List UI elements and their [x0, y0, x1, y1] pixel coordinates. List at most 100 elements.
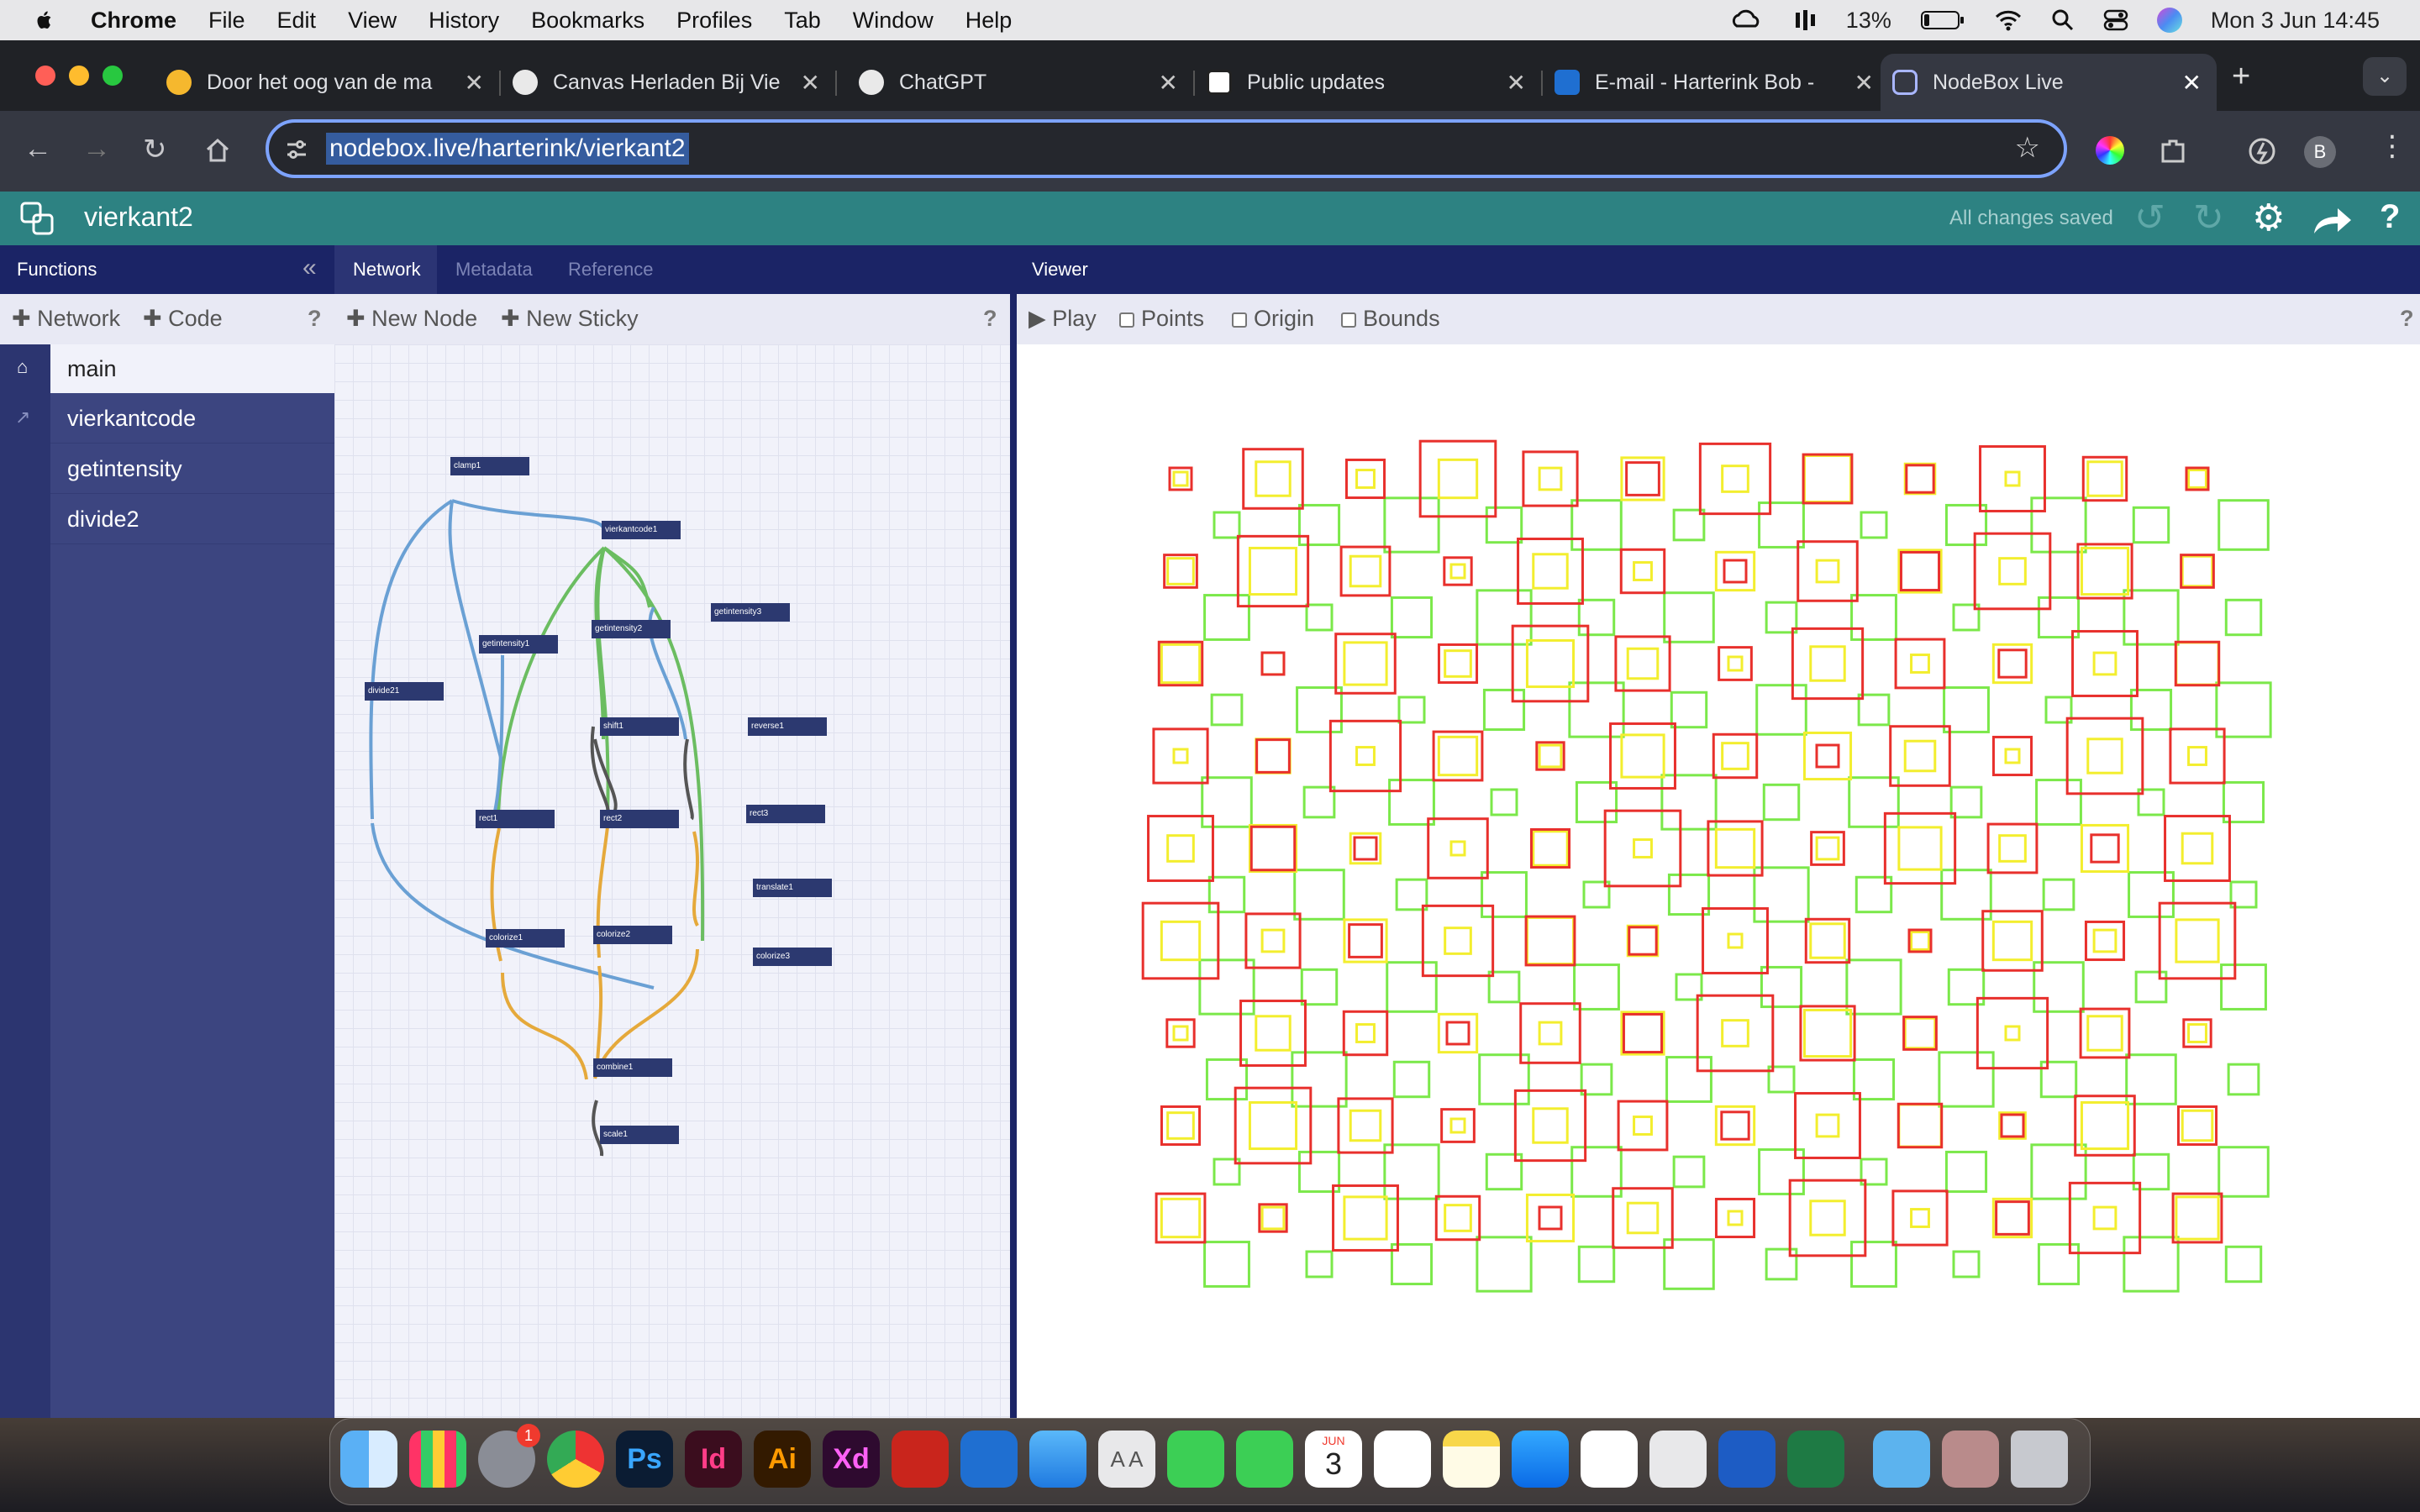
new-sticky-button[interactable]: ✚ New Sticky [501, 306, 639, 332]
viewer-help-button[interactable]: ? [2400, 306, 2414, 332]
viewer-canvas[interactable] [1017, 344, 2420, 1418]
tab-door-het-oog[interactable]: Door het oog van de ma ✕ [155, 54, 501, 111]
app-store-icon[interactable] [1512, 1431, 1569, 1488]
menu-bookmarks[interactable]: Bookmarks [531, 8, 644, 34]
network-node[interactable]: getintensity1 [479, 635, 558, 654]
network-node[interactable]: rect1 [476, 810, 555, 828]
illustrator-icon[interactable]: Ai [754, 1431, 811, 1488]
new-node-button[interactable]: ✚ New Node [346, 306, 477, 332]
tab-chatgpt[interactable]: ChatGPT ✕ [847, 54, 1195, 111]
menu-window[interactable]: Window [853, 8, 934, 34]
extensions-icon[interactable] [2156, 134, 2190, 168]
launchpad-icon[interactable] [409, 1431, 466, 1488]
chrome-menu-icon[interactable]: ⋮ [2378, 129, 2407, 163]
function-item-divide2[interactable]: divide2 [50, 496, 334, 544]
network-node[interactable]: divide21 [365, 682, 444, 701]
battery-icon[interactable] [1920, 9, 1965, 31]
mail-icon[interactable] [1029, 1431, 1086, 1488]
close-tab-icon[interactable]: ✕ [465, 69, 484, 97]
menu-tab[interactable]: Tab [784, 8, 821, 34]
add-code-button[interactable]: ✚ Code [143, 306, 223, 332]
font-book-icon[interactable]: A A [1098, 1431, 1155, 1488]
menu-file[interactable]: File [208, 8, 245, 34]
network-node[interactable]: shift1 [600, 717, 679, 736]
site-settings-icon[interactable] [284, 138, 309, 161]
function-item-getintensity[interactable]: getintensity [50, 445, 334, 494]
network-canvas[interactable]: clamp1 vierkantcode1 getintensity1 getin… [334, 344, 1010, 1418]
spotlight-search-icon[interactable] [2051, 8, 2075, 32]
excel-icon[interactable] [1787, 1431, 1844, 1488]
indesign-icon[interactable]: Id [685, 1431, 742, 1488]
tab-email[interactable]: E-mail - Harterink Bob - ✕ [1543, 54, 1889, 111]
close-tab-icon[interactable]: ✕ [801, 69, 820, 97]
minimize-window-button[interactable] [69, 66, 89, 86]
tab-public-updates[interactable]: Public updates ✕ [1195, 54, 1543, 111]
undo-icon[interactable]: ↺ [2134, 197, 2165, 239]
adobe-xd-icon[interactable]: Xd [823, 1431, 880, 1488]
address-bar[interactable]: nodebox.live/harterink/vierkant2 ☆ [266, 119, 2067, 178]
menu-app-name[interactable]: Chrome [91, 8, 176, 34]
control-center-icon[interactable] [2103, 8, 2128, 32]
network-node[interactable]: rect3 [746, 805, 825, 823]
network-node[interactable]: translate1 [753, 879, 832, 897]
creative-cloud-icon[interactable] [1730, 8, 1764, 33]
close-tab-icon[interactable]: ✕ [2182, 69, 2202, 97]
functions-help-button[interactable]: ? [308, 306, 322, 332]
calendar-icon[interactable]: JUN 3 [1305, 1431, 1362, 1488]
downloads-folder-icon[interactable] [1873, 1431, 1930, 1488]
network-node[interactable]: colorize1 [486, 929, 565, 948]
menu-view[interactable]: View [348, 8, 397, 34]
trash-icon[interactable] [2011, 1431, 2068, 1488]
photoshop-icon[interactable]: Ps [616, 1431, 673, 1488]
messages-icon[interactable] [1236, 1431, 1293, 1488]
close-tab-icon[interactable]: ✕ [1159, 69, 1178, 97]
siri-icon[interactable] [2156, 8, 2182, 33]
close-window-button[interactable] [35, 66, 55, 86]
photos-icon[interactable] [1581, 1431, 1638, 1488]
profile-avatar[interactable]: B [2304, 136, 2336, 168]
new-tab-button[interactable]: + [2232, 59, 2250, 95]
play-button[interactable]: ▶ Play [1028, 306, 1097, 332]
color-picker-extension-icon[interactable] [2096, 136, 2124, 165]
network-node[interactable]: getintensity2 [592, 620, 671, 638]
points-checkbox[interactable]: Points [1119, 306, 1204, 332]
settings-gear-icon[interactable]: ⚙ [2252, 197, 2285, 239]
menu-edit[interactable]: Edit [277, 8, 317, 34]
document-title[interactable]: vierkant2 [84, 202, 193, 233]
reload-button[interactable]: ↻ [143, 133, 167, 166]
facetime-icon[interactable] [1167, 1431, 1224, 1488]
network-node[interactable]: rect2 [600, 810, 679, 828]
url-text[interactable]: nodebox.live/harterink/vierkant2 [326, 133, 689, 165]
word-icon[interactable] [1718, 1431, 1776, 1488]
network-node[interactable]: colorize3 [753, 948, 832, 966]
add-network-button[interactable]: ✚ Network [12, 306, 120, 332]
tab-canvas-herladen[interactable]: Canvas Herladen Bij Vie ✕ [501, 54, 837, 111]
reminders-icon[interactable] [1374, 1431, 1431, 1488]
function-item-main[interactable]: main [50, 344, 334, 393]
menu-clock[interactable]: Mon 3 Jun 14:45 [2211, 8, 2380, 34]
panel-divider[interactable] [1010, 245, 1017, 1418]
menu-profiles[interactable]: Profiles [676, 8, 752, 34]
back-button[interactable]: ← [24, 133, 52, 165]
finder-icon[interactable] [340, 1431, 397, 1488]
menu-help[interactable]: Help [965, 8, 1013, 34]
collapse-panel-icon[interactable]: « [302, 254, 317, 282]
vscode-icon[interactable] [960, 1431, 1018, 1488]
network-help-button[interactable]: ? [983, 306, 997, 332]
nodebox-logo-icon[interactable] [18, 200, 57, 239]
origin-checkbox[interactable]: Origin [1232, 306, 1314, 332]
audio-icon[interactable] [1792, 8, 1818, 33]
network-node[interactable]: clamp1 [450, 457, 529, 475]
network-node[interactable]: combine1 [593, 1058, 672, 1077]
tab-metadata[interactable]: Metadata [455, 259, 533, 281]
close-tab-icon[interactable]: ✕ [1507, 69, 1526, 97]
bookmark-star-icon[interactable]: ☆ [2015, 131, 2040, 165]
network-node[interactable]: reverse1 [748, 717, 827, 736]
preview-icon[interactable] [1942, 1431, 1999, 1488]
forward-button[interactable]: → [82, 133, 111, 165]
network-node[interactable]: getintensity3 [711, 603, 790, 622]
zoom-window-button[interactable] [103, 66, 123, 86]
performance-icon[interactable] [2245, 134, 2279, 168]
home-icon[interactable] [203, 136, 232, 165]
help-button[interactable]: ? [2380, 198, 2400, 236]
